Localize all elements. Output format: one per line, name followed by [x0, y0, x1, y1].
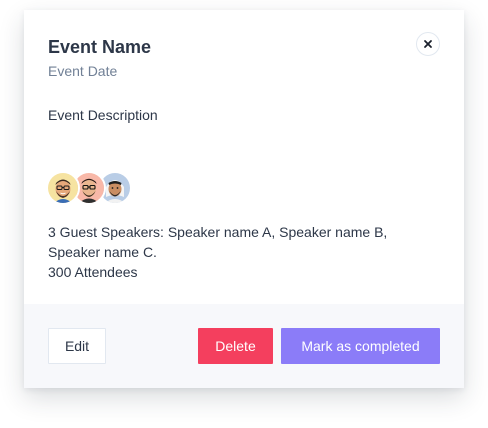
delete-button[interactable]: Delete [198, 328, 273, 364]
modal-footer: Edit Delete Mark as completed [24, 304, 464, 388]
mark-completed-button[interactable]: Mark as completed [281, 328, 440, 364]
edit-button[interactable]: Edit [48, 328, 106, 364]
event-description: Event Description [48, 107, 158, 123]
close-button[interactable] [416, 32, 440, 56]
speakers-list: 3 Guest Speakers: Speaker name A, Speake… [48, 224, 388, 260]
event-title: Event Name [48, 37, 152, 57]
speaker-a-avatar [46, 171, 80, 205]
modal-body: Event Name Event Date Event Description [24, 10, 464, 304]
attendee-count: 300 Attendees [48, 264, 138, 280]
event-modal: Event Name Event Date Event Description [24, 10, 464, 388]
close-icon [424, 40, 432, 48]
event-date: Event Date [48, 63, 118, 79]
speaker-avatar-group [46, 171, 136, 205]
